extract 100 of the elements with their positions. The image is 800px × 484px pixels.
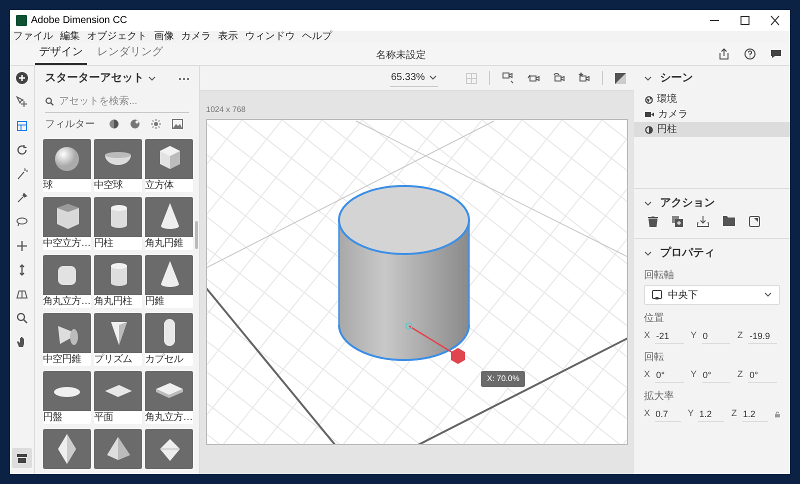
asset-thumbnail[interactable]: [94, 371, 142, 411]
scene-item[interactable]: 円柱: [634, 122, 790, 137]
pivot-dropdown[interactable]: 中央下: [644, 285, 780, 305]
camera-view-icon[interactable]: [502, 72, 515, 84]
axis-label: Z: [737, 368, 744, 382]
asset-thumbnail[interactable]: [145, 255, 193, 295]
share-icon[interactable]: [718, 48, 730, 60]
asset-thumbnail[interactable]: [43, 255, 91, 295]
number-field[interactable]: 0°: [748, 367, 778, 383]
axis-label: Z: [731, 407, 738, 420]
asset-thumbnail[interactable]: [43, 371, 91, 411]
axis-label: Y: [688, 407, 694, 420]
asset-thumbnail[interactable]: [43, 429, 91, 469]
asset-thumbnail[interactable]: [94, 197, 142, 237]
section-title: プロパティ: [660, 246, 715, 262]
section-toggle[interactable]: [644, 250, 652, 256]
globe-icon: [645, 96, 653, 104]
paint-filter-icon[interactable]: [130, 119, 140, 129]
number-field[interactable]: 1.2: [742, 406, 768, 422]
menu-item[interactable]: 編集: [60, 31, 80, 43]
asset-thumbnail[interactable]: [43, 313, 91, 353]
transform-gizmo[interactable]: [406, 322, 465, 364]
menu-item[interactable]: オブジェクト: [87, 31, 147, 43]
camera-bookmark-icon[interactable]: [577, 72, 590, 84]
scrollbar[interactable]: [195, 221, 198, 249]
number-field[interactable]: 0.7: [654, 406, 681, 422]
zoom-dropdown[interactable]: 65.33%: [390, 69, 438, 87]
image-filter-icon[interactable]: [172, 119, 183, 129]
help-icon[interactable]: [744, 48, 756, 60]
canvas-size-label: 1024 x 768: [206, 104, 246, 116]
asset-label: 円錐: [145, 295, 164, 308]
section-title: アクション: [660, 196, 715, 212]
asset-label: 中空円錐: [43, 353, 81, 366]
asset-thumbnail[interactable]: [145, 371, 193, 411]
asset-thumbnail[interactable]: [43, 139, 91, 179]
number-field[interactable]: 0°: [655, 367, 684, 383]
asset-thumbnail[interactable]: [94, 255, 142, 295]
magic-wand-icon[interactable]: [16, 168, 28, 180]
menu-item[interactable]: ウィンドウ: [245, 31, 295, 43]
asset-thumbnail[interactable]: [43, 197, 91, 237]
asset-label: カプセル: [145, 353, 183, 366]
asset-thumbnail[interactable]: [94, 313, 142, 353]
section-toggle[interactable]: [644, 76, 652, 82]
asset-thumbnail[interactable]: [145, 197, 193, 237]
number-field[interactable]: 0: [702, 328, 730, 344]
menu-item[interactable]: ヘルプ: [302, 31, 332, 43]
number-field[interactable]: -19.9: [748, 328, 778, 344]
tab[interactable]: レンダリング: [93, 44, 167, 65]
asset-thumbnail[interactable]: [145, 429, 193, 469]
eyedropper-icon[interactable]: [16, 192, 28, 204]
trash-icon[interactable]: [648, 216, 658, 227]
menu-item[interactable]: 画像: [154, 31, 174, 43]
lasso-icon[interactable]: [16, 216, 28, 228]
asset-label: 角丸立方…: [43, 295, 90, 308]
search-icon[interactable]: [16, 312, 28, 324]
chevron-down-icon[interactable]: [148, 76, 156, 82]
asset-label: 中空立方…: [43, 237, 90, 250]
add-icon[interactable]: [16, 72, 28, 84]
asset-thumbnail[interactable]: [94, 429, 142, 469]
asset-thumbnail[interactable]: [94, 139, 142, 179]
cylinder-model[interactable]: [338, 185, 470, 361]
download-icon[interactable]: [697, 216, 709, 227]
menu-item[interactable]: カメラ: [181, 31, 211, 43]
pivot-icon: [652, 290, 662, 300]
chevron-down-icon: [428, 74, 437, 80]
section-title: シーン: [660, 71, 693, 86]
tooltip: X: 70.0%: [481, 371, 526, 387]
number-field[interactable]: 1.2: [698, 406, 724, 422]
perspective-icon[interactable]: [16, 288, 28, 300]
asset-thumbnail[interactable]: [145, 313, 193, 353]
duplicate-icon[interactable]: [672, 216, 683, 227]
axis-label: X: [644, 407, 650, 420]
lock-icon[interactable]: [775, 410, 780, 418]
move-icon[interactable]: [16, 96, 28, 108]
number-field[interactable]: -21: [655, 328, 684, 344]
plus-icon[interactable]: [16, 240, 28, 252]
asset-label: 球: [43, 179, 52, 192]
comment-icon[interactable]: [770, 48, 782, 60]
menu-item[interactable]: 表示: [218, 31, 238, 43]
camera-orbit-icon[interactable]: [527, 72, 540, 84]
rotate-icon[interactable]: [16, 144, 28, 156]
scene-item[interactable]: カメラ: [634, 107, 790, 122]
asset-label: 立方体: [145, 179, 174, 192]
number-field[interactable]: 0°: [702, 367, 730, 383]
panel-toggle-icon[interactable]: [12, 448, 32, 468]
render-preview-icon[interactable]: [615, 72, 626, 84]
select-icon[interactable]: [16, 120, 28, 132]
search-field[interactable]: アセットを検索...: [59, 94, 169, 109]
asset-thumbnail[interactable]: [145, 139, 193, 179]
scene-item[interactable]: 環境: [634, 92, 790, 107]
field-label: 回転軸: [644, 268, 675, 283]
axis-label: Y: [690, 368, 698, 382]
asset-label: 円盤: [43, 411, 62, 424]
material-filter-icon[interactable]: [109, 119, 119, 129]
export-icon[interactable]: [749, 216, 760, 227]
camera-pan-icon[interactable]: [552, 72, 565, 84]
light-filter-icon[interactable]: [151, 119, 161, 129]
section-toggle[interactable]: [644, 200, 652, 206]
menu-item[interactable]: ファイル: [13, 31, 53, 43]
folder-icon[interactable]: [723, 216, 735, 226]
